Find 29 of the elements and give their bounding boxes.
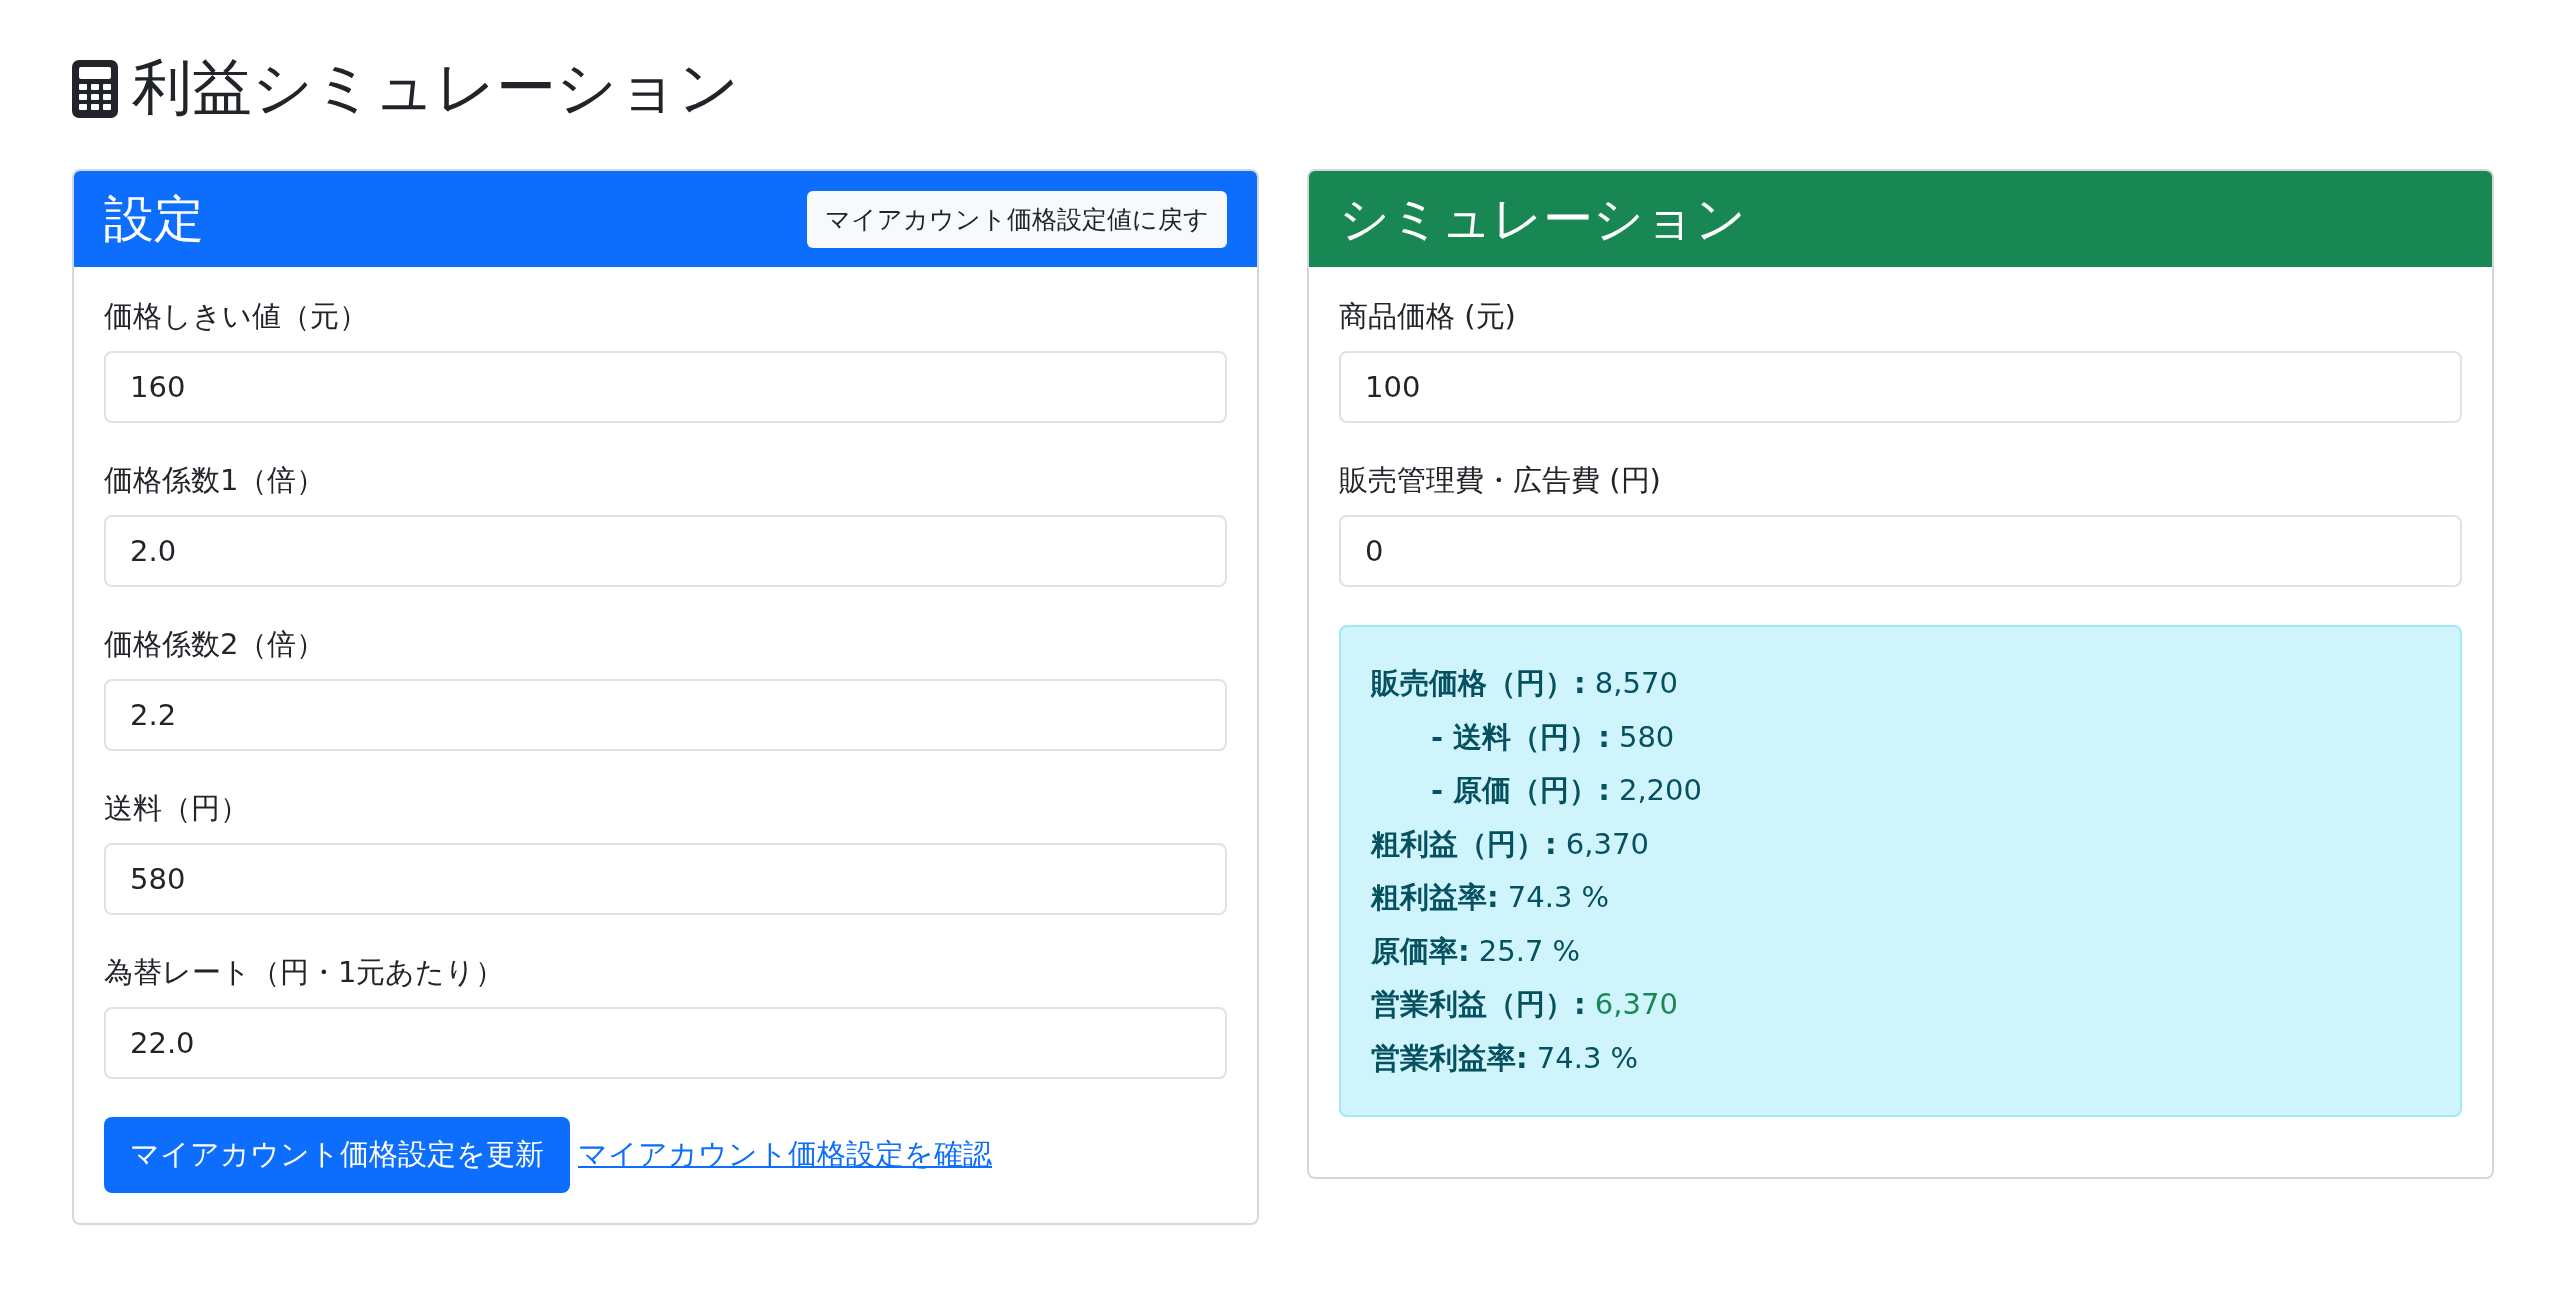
input-field[interactable]: 160 — [104, 351, 1227, 423]
calculator-icon — [72, 59, 118, 118]
field-label: 商品価格 (元) — [1339, 298, 1517, 335]
page-title: 利益シミュレーション — [132, 51, 739, 124]
check-link[interactable]: マイアカウント価格設定を確認 — [578, 1135, 992, 1175]
reset-button[interactable]: マイアカウント価格設定値に戻す — [807, 190, 1227, 248]
field-label: 価格係数1（倍） — [104, 462, 327, 499]
input-field[interactable]: 580 — [104, 843, 1227, 915]
input-field[interactable]: 100 — [1339, 351, 2462, 423]
result-line: - 送料（円）: 580 — [1430, 718, 1676, 756]
card-title: シミュレーション — [1339, 188, 1746, 250]
field-label: 価格係数2（倍） — [104, 626, 327, 663]
card-title: 設定 — [104, 188, 204, 250]
input-field[interactable]: 22.0 — [104, 1007, 1227, 1079]
input-field[interactable]: 0 — [1339, 515, 2462, 587]
result-line: 粗利益（円）: 6,370 — [1371, 825, 1650, 863]
result-line: 営業利益率: 74.3 % — [1371, 1039, 1640, 1077]
input-field[interactable]: 2.2 — [104, 679, 1227, 751]
field-label: 販売管理費・広告費 (円) — [1339, 462, 1662, 499]
field-label: 為替レート（円・1元あたり） — [104, 954, 506, 991]
input-field[interactable]: 2.0 — [104, 515, 1227, 587]
result-line: 営業利益（円）: 6,370 — [1371, 986, 1679, 1023]
field-label: 送料（円） — [104, 790, 250, 827]
result-line: 粗利益率: 74.3 % — [1371, 879, 1611, 916]
field-label: 価格しきい値（元） — [104, 298, 369, 335]
update-button[interactable]: マイアカウント価格設定を更新 — [104, 1117, 570, 1193]
result-line: 原価率: 25.7 % — [1371, 932, 1582, 970]
result-line: 販売価格（円）: 8,570 — [1371, 665, 1679, 702]
result-line: - 原価（円）: 2,200 — [1430, 772, 1703, 809]
